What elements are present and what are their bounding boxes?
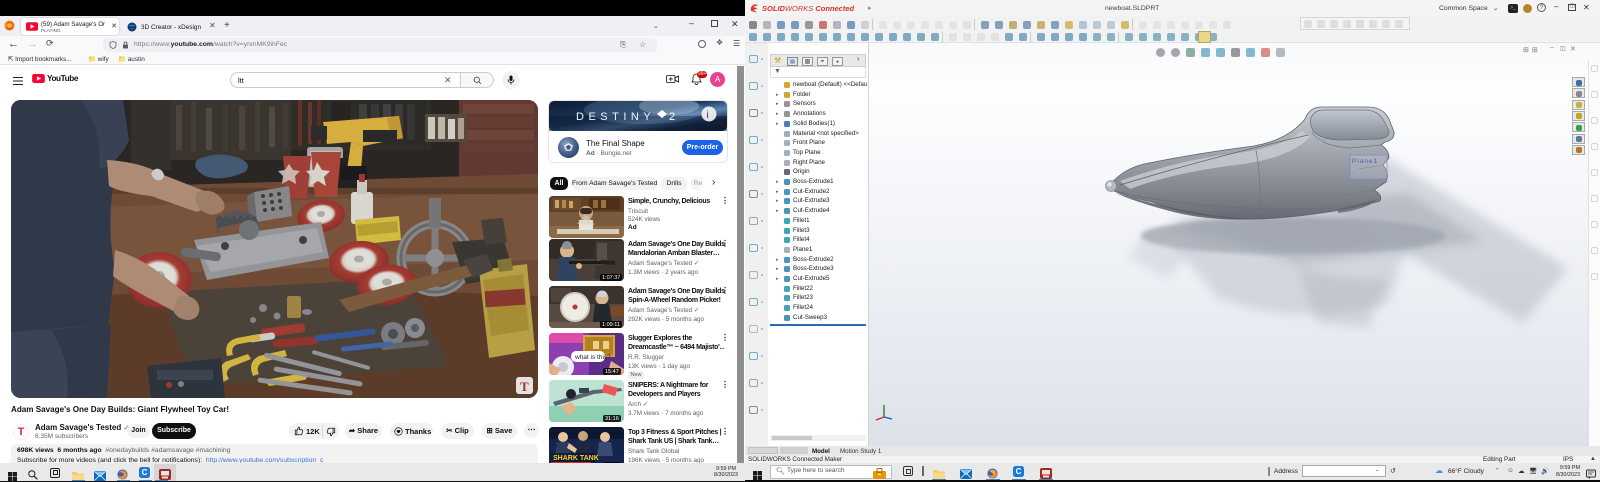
svg-text:i: i <box>707 110 709 121</box>
svg-text:what is this?: what is this? <box>574 354 611 361</box>
svg-text:T: T <box>520 379 529 394</box>
svg-text:2: 2 <box>669 111 676 123</box>
svg-text:DESTINY: DESTINY <box>576 111 655 123</box>
svg-text:SHARK TANK: SHARK TANK <box>553 455 599 462</box>
svg-text:Plane1: Plane1 <box>1352 158 1378 165</box>
